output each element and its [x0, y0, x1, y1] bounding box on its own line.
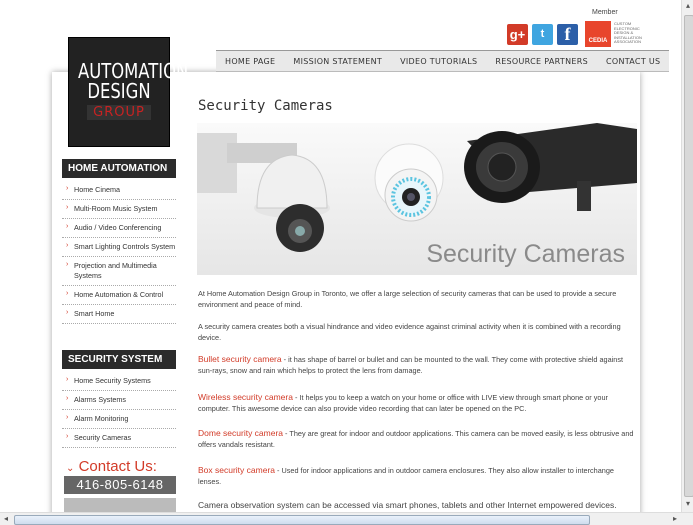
sidebar-item-automation-control[interactable]: › Home Automation & Control — [62, 286, 176, 305]
logo-line-3: GROUP — [87, 105, 151, 120]
box-camera-link[interactable]: Box security camera — [198, 465, 275, 475]
scroll-down-icon[interactable]: ▾ — [682, 498, 693, 510]
cedia-logo[interactable]: CEDIA CUSTOM ELECTRONIC DESIGN & INSTALL… — [585, 21, 642, 47]
nav-video[interactable]: VIDEO TUTORIALS — [391, 51, 486, 71]
sidebar-item-home-security[interactable]: › Home Security Systems — [62, 372, 176, 391]
sidebar-item-av-conferencing[interactable]: › Audio / Video Conferencing — [62, 219, 176, 238]
cedia-badge: CEDIA — [585, 21, 611, 47]
facebook-icon[interactable]: f — [557, 24, 578, 45]
arrow-icon: › — [66, 395, 69, 402]
arrow-icon: › — [66, 242, 69, 249]
sidebar-item-smart-home[interactable]: › Smart Home — [62, 305, 176, 324]
scroll-right-icon[interactable]: ▸ — [669, 513, 681, 525]
contact-phone[interactable]: 416-805-6148 — [64, 476, 176, 494]
intro-paragraph: At Home Automation Design Group in Toron… — [198, 289, 617, 309]
main-nav: HOME PAGE MISSION STATEMENT VIDEO TUTORI… — [216, 50, 670, 72]
dome-camera-paragraph: Dome security camera - They are great fo… — [198, 428, 634, 449]
scroll-left-icon[interactable]: ◂ — [0, 513, 12, 525]
wireless-camera-paragraph: Wireless security camera - It helps you … — [198, 392, 608, 413]
sidebar-security-title: SECURITY SYSTEM — [62, 350, 176, 369]
arrow-icon: › — [66, 433, 69, 440]
twitter-icon[interactable]: t — [532, 24, 553, 45]
sidebar-item-lighting[interactable]: › Smart Lighting Controls System — [62, 238, 176, 257]
member-label: Member — [592, 9, 618, 16]
paragraph-2: A security camera creates both a visual … — [198, 322, 621, 342]
nav-contact[interactable]: CONTACT US — [597, 51, 669, 71]
cedia-text: CUSTOM ELECTRONIC DESIGN & INSTALLATION … — [614, 21, 642, 45]
arrow-icon: › — [66, 185, 69, 192]
wireless-camera-link[interactable]: Wireless security camera — [198, 392, 293, 402]
sidebar-item-multi-room[interactable]: › Multi-Room Music System — [62, 200, 176, 219]
logo-line-1: AUTOMATION — [78, 59, 189, 83]
contact-heading[interactable]: ⌄ Contact Us: — [66, 458, 157, 475]
arrow-icon: › — [66, 290, 69, 297]
sidebar-item-alarm-monitoring[interactable]: › Alarm Monitoring — [62, 410, 176, 429]
arrow-icon: › — [66, 309, 69, 316]
logo-line-2: DESIGN — [87, 79, 151, 103]
bullet-camera-link[interactable]: Bullet security camera — [198, 354, 282, 364]
box-camera-paragraph: Box security camera - Used for indoor ap… — [198, 465, 614, 486]
google-plus-icon[interactable]: g+ — [507, 24, 528, 45]
nav-resources[interactable]: RESOURCE PARTNERS — [486, 51, 597, 71]
sidebar-home-automation-list: › Home Cinema › Multi-Room Music System › A… — [62, 181, 176, 324]
banner-text: Security Cameras — [426, 240, 625, 268]
sidebar-item-alarms[interactable]: › Alarms Systems — [62, 391, 176, 410]
arrow-icon: › — [66, 261, 69, 268]
vertical-scroll-thumb[interactable] — [684, 15, 693, 497]
bullet-camera-paragraph: Bullet security camera - it has shape of… — [198, 354, 624, 375]
scroll-up-icon[interactable]: ▴ — [682, 0, 693, 12]
sidebar-home-automation-title: HOME AUTOMATION — [62, 159, 176, 178]
sidebar-item-security-cameras[interactable]: › Security Cameras — [62, 429, 176, 448]
sidebar-security-list: › Home Security Systems › Alarms Systems ›… — [62, 372, 176, 448]
page-title: Security Cameras — [198, 98, 333, 114]
arrow-icon: › — [66, 414, 69, 421]
nav-mission[interactable]: MISSION STATEMENT — [284, 51, 391, 71]
arrow-icon: › — [66, 204, 69, 211]
chevron-down-icon: ⌄ — [66, 463, 75, 474]
dome-camera-link[interactable]: Dome security camera — [198, 428, 283, 438]
arrow-icon: › — [66, 223, 69, 230]
security-cameras-banner: Security Cameras — [197, 123, 637, 275]
vertical-scrollbar[interactable]: ▴ ▾ — [681, 0, 693, 512]
footer-paragraph: Camera observation system can be accesse… — [198, 500, 617, 510]
page: Member g+ t f CEDIA CUSTOM ELECTRONIC DE… — [0, 0, 681, 512]
sidebar-item-projection[interactable]: › Projection and Multimedia Systems — [62, 257, 176, 286]
site-logo[interactable]: AUTOMATION DESIGN GROUP — [68, 37, 189, 147]
sidebar-item-home-cinema[interactable]: › Home Cinema — [62, 181, 176, 200]
nav-home[interactable]: HOME PAGE — [216, 51, 284, 71]
sidebar-image — [64, 498, 176, 512]
arrow-icon: › — [66, 376, 69, 383]
horizontal-scrollbar[interactable]: ◂ ▸ — [0, 512, 693, 525]
